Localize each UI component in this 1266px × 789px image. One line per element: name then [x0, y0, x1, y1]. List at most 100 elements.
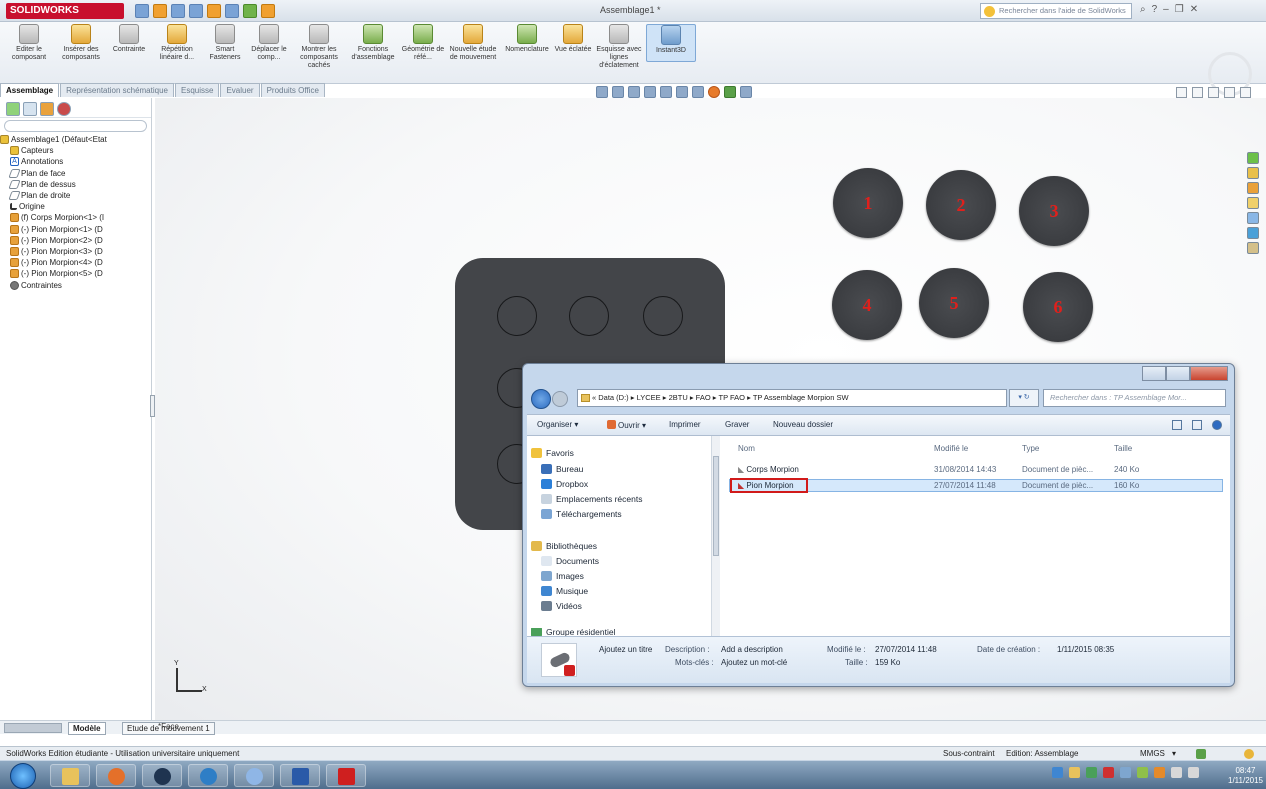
taskbar-explorer[interactable]: [50, 764, 90, 787]
organize-button[interactable]: Organiser ▾: [537, 420, 578, 429]
search-icon[interactable]: ⌕: [1140, 4, 1146, 15]
tab-assemblage[interactable]: Assemblage: [0, 83, 60, 97]
help-search-input[interactable]: Rechercher dans l'aide de SolidWorks: [980, 3, 1132, 19]
tab-produits-office[interactable]: Produits Office: [260, 83, 325, 97]
restore-icon[interactable]: ❐: [1175, 4, 1184, 15]
tree-item-sensors[interactable]: Capteurs: [0, 145, 151, 156]
print-button[interactable]: Imprimer: [669, 420, 701, 429]
linear-pattern-button[interactable]: Répétition linéaire d...: [152, 24, 202, 62]
nav-videos[interactable]: Vidéos: [541, 601, 582, 611]
previous-view-icon[interactable]: [628, 86, 640, 98]
taskbar-word[interactable]: [280, 764, 320, 787]
hide-show-items-icon[interactable]: [692, 86, 704, 98]
rebuild-status-icon[interactable]: [1196, 749, 1206, 759]
preview-pane-icon[interactable]: [1192, 420, 1202, 430]
edit-component-button[interactable]: Editer le composant: [4, 24, 54, 62]
viewport-restore-icon[interactable]: [1224, 87, 1235, 98]
volume-icon[interactable]: [1188, 767, 1199, 778]
file-explorer-icon[interactable]: [1247, 182, 1259, 194]
details-keywords-value[interactable]: Ajoutez un mot-clé: [721, 658, 787, 667]
nav-bureau[interactable]: Bureau: [541, 464, 583, 474]
nav-recent-places[interactable]: Emplacements récents: [541, 494, 642, 504]
nav-images[interactable]: Images: [541, 571, 584, 581]
section-view-icon[interactable]: [644, 86, 656, 98]
details-description-value[interactable]: Add a description: [721, 645, 783, 654]
taskbar-steam[interactable]: [142, 764, 182, 787]
tree-item-part[interactable]: (-) Pion Morpion<1> (D: [0, 224, 151, 235]
panel-splitter[interactable]: [150, 395, 155, 417]
nav-libraries[interactable]: Bibliothèques: [531, 541, 597, 551]
nav-documents[interactable]: Documents: [541, 556, 599, 566]
tab-representation-schematique[interactable]: Représentation schématique: [60, 83, 174, 97]
display-style-icon[interactable]: [676, 86, 688, 98]
minimize-icon[interactable]: –: [1163, 4, 1169, 15]
burn-button[interactable]: Graver: [725, 420, 749, 429]
pawn-2[interactable]: 2: [926, 170, 996, 240]
save-icon[interactable]: [171, 4, 185, 18]
design-library-icon[interactable]: [1247, 167, 1259, 179]
units-dropdown-arrow[interactable]: ▾: [1172, 749, 1176, 758]
new-document-icon[interactable]: [135, 4, 149, 18]
pawn-6[interactable]: 6: [1023, 272, 1093, 342]
start-button[interactable]: [10, 763, 36, 789]
forum-icon[interactable]: [1247, 242, 1259, 254]
solidworks-resources-icon[interactable]: [1247, 152, 1259, 164]
property-manager-tab-icon[interactable]: [23, 102, 37, 116]
custom-properties-icon[interactable]: [1247, 227, 1259, 239]
close-icon[interactable]: ✕: [1190, 4, 1198, 15]
taskbar-clock[interactable]: 08:47 1/11/2015: [1228, 766, 1263, 786]
smart-fasteners-button[interactable]: Smart Fasteners: [200, 24, 250, 62]
help-icon[interactable]: ?: [1152, 4, 1158, 15]
feature-manager-tab-icon[interactable]: [6, 102, 20, 116]
zoom-to-area-icon[interactable]: [612, 86, 624, 98]
explorer-search-input[interactable]: Rechercher dans : TP Assemblage Mor...: [1043, 389, 1226, 407]
tree-item-part[interactable]: (f) Corps Morpion<1> (I: [0, 212, 151, 223]
notification-icon[interactable]: [1244, 749, 1254, 759]
tray-icon[interactable]: [1103, 767, 1114, 778]
undo-icon[interactable]: [207, 4, 221, 18]
column-header-modified[interactable]: Modifié le: [934, 444, 968, 453]
tree-item-mates[interactable]: Contraintes: [0, 279, 151, 290]
column-header-size[interactable]: Taille: [1114, 444, 1132, 453]
tray-icon[interactable]: [1086, 767, 1097, 778]
details-title-field[interactable]: Ajoutez un titre: [599, 645, 652, 654]
network-icon[interactable]: [1171, 767, 1182, 778]
tab-scroll-buttons[interactable]: [4, 723, 62, 733]
tree-item-top-plane[interactable]: Plan de dessus: [0, 179, 151, 190]
taskbar-itunes[interactable]: [234, 764, 274, 787]
show-hidden-components-button[interactable]: Montrer les composants cachés: [294, 24, 344, 70]
address-bar[interactable]: « Data (D:) ▸ LYCEE ▸ 2BTU ▸ FAO ▸ TP FA…: [577, 389, 1007, 407]
tab-esquisse[interactable]: Esquisse: [174, 83, 220, 97]
view-orientation-icon[interactable]: [660, 86, 672, 98]
nav-favorites[interactable]: Favoris: [531, 448, 574, 458]
display-manager-tab-icon[interactable]: [57, 102, 71, 116]
move-component-button[interactable]: Déplacer le comp...: [244, 24, 294, 62]
open-icon[interactable]: [153, 4, 167, 18]
tree-item-right-plane[interactable]: Plan de droite: [0, 190, 151, 201]
new-motion-study-button[interactable]: Nouvelle étude de mouvement: [448, 24, 498, 62]
view-palette-icon[interactable]: [1247, 197, 1259, 209]
pawn-5[interactable]: 5: [919, 268, 989, 338]
tray-icon[interactable]: [1154, 767, 1165, 778]
column-header-type[interactable]: Type: [1022, 444, 1039, 453]
appearances-icon[interactable]: [1247, 212, 1259, 224]
tab-evaluer[interactable]: Evaluer: [220, 83, 260, 97]
status-units[interactable]: MMGS: [1140, 749, 1165, 758]
viewport-layout-icon[interactable]: [1176, 87, 1187, 98]
help-icon[interactable]: [1212, 420, 1222, 430]
reference-geometry-button[interactable]: Géométrie de réfé...: [398, 24, 448, 62]
nav-downloads[interactable]: Téléchargements: [541, 509, 622, 519]
tree-item-annotations[interactable]: A Annotations: [0, 156, 151, 167]
tree-item-part[interactable]: (-) Pion Morpion<3> (D: [0, 246, 151, 257]
viewport-close-icon[interactable]: [1240, 87, 1251, 98]
pawn-1[interactable]: 1: [833, 168, 903, 238]
select-icon[interactable]: [225, 4, 239, 18]
minimize-icon[interactable]: [1142, 366, 1166, 381]
viewport-minimize-icon[interactable]: [1208, 87, 1219, 98]
nav-music[interactable]: Musique: [541, 586, 588, 596]
tree-item-part[interactable]: (-) Pion Morpion<4> (D: [0, 257, 151, 268]
mate-button[interactable]: Contrainte: [104, 24, 154, 54]
forward-button[interactable]: [552, 391, 568, 407]
tree-item-part[interactable]: (-) Pion Morpion<5> (D: [0, 268, 151, 279]
apply-scene-icon[interactable]: [724, 86, 736, 98]
